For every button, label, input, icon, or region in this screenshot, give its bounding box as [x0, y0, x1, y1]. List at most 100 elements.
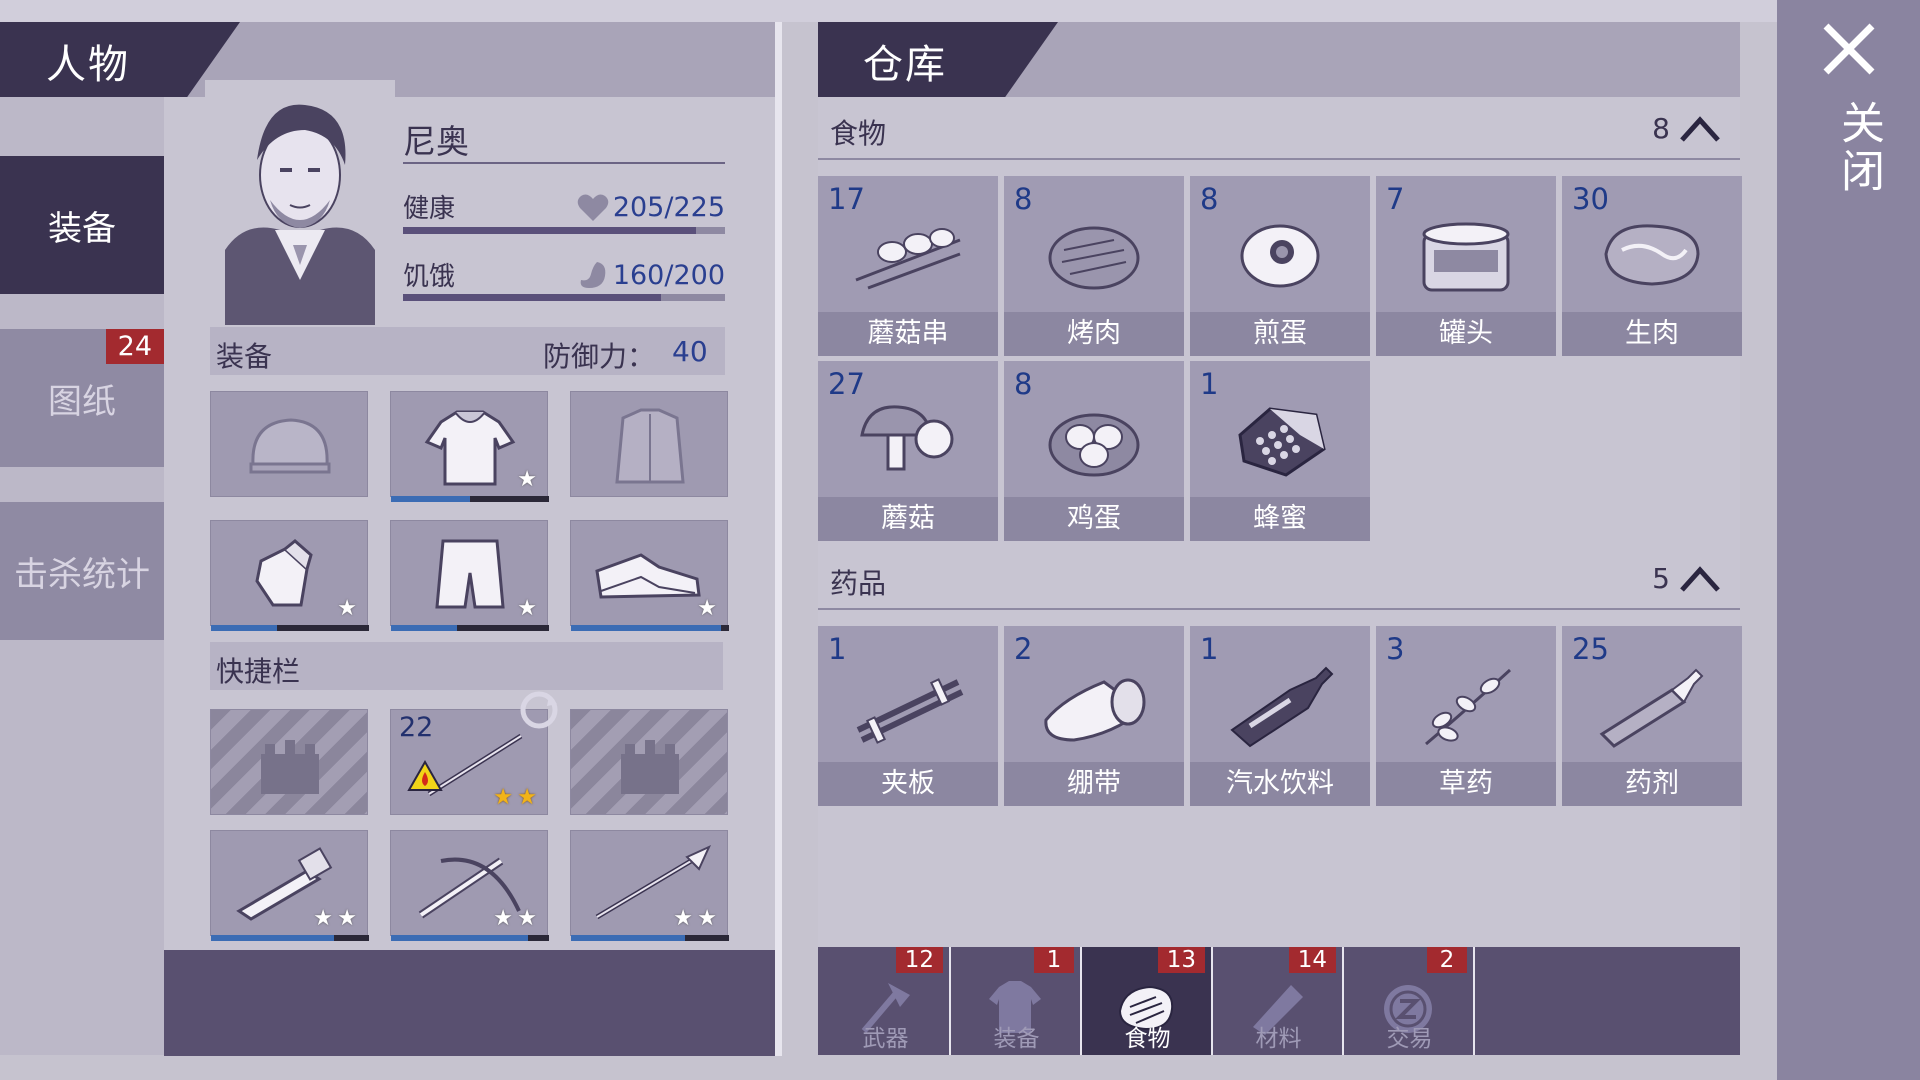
- blueprint-count-badge: 24: [105, 329, 164, 364]
- item-label: 绷带: [1004, 762, 1184, 806]
- character-panel-title: 人物: [46, 42, 130, 88]
- character-footer: [164, 950, 775, 1056]
- quickbar-slot-locked[interactable]: [210, 709, 368, 815]
- item-canned-food[interactable]: 7 罐头: [1376, 176, 1556, 356]
- tab-trade[interactable]: 2 交易: [1344, 947, 1475, 1055]
- durability-bar: [211, 625, 369, 631]
- item-herb[interactable]: 3 草药: [1376, 626, 1556, 806]
- category-header-medicine[interactable]: 药品 5: [818, 550, 1740, 610]
- character-name: 尼奥: [403, 122, 469, 161]
- nav-item-equipment[interactable]: 装备: [0, 156, 164, 294]
- tab-materials[interactable]: 14 材料: [1213, 947, 1344, 1055]
- item-syringe[interactable]: 25 药剂: [1562, 626, 1742, 806]
- category-title: 药品: [830, 567, 887, 600]
- equip-slot-hands[interactable]: ★: [210, 520, 369, 631]
- quickbar-slot-chainsaw-rifle[interactable]: ★ ★: [210, 830, 369, 941]
- nav-item-kill-stats[interactable]: 击杀统计: [0, 502, 164, 640]
- tab-food[interactable]: 13 食物: [1082, 947, 1213, 1055]
- item-count: 1: [1200, 632, 1219, 666]
- hunger-bar-fill: [403, 294, 661, 301]
- durability-bar: [571, 625, 729, 631]
- item-mushroom-skewer[interactable]: 17 蘑菇串: [818, 176, 998, 356]
- item-label: 蘑菇串: [818, 312, 998, 356]
- star-icon: ★: [517, 596, 537, 621]
- locked-slot-icon: [261, 740, 319, 794]
- name-divider: [403, 162, 725, 164]
- category-count: 5: [1652, 562, 1670, 595]
- panel-divider: [775, 22, 782, 1056]
- defense-label: 防御力：: [543, 340, 656, 373]
- durability-fill: [391, 496, 470, 502]
- hunger-bar: [403, 294, 725, 301]
- item-label: 药剂: [1562, 762, 1742, 806]
- durability-bar: [211, 935, 369, 941]
- close-icon[interactable]: [1820, 20, 1878, 78]
- health-bar: [403, 227, 725, 234]
- health-bar-fill: [403, 227, 697, 234]
- category-header-food[interactable]: 食物 8: [818, 100, 1740, 160]
- warehouse-panel-title: 仓库: [863, 42, 947, 88]
- locked-slot-icon: [621, 740, 679, 794]
- item-label: 生肉: [1562, 312, 1742, 356]
- tab-badge: 13: [1157, 947, 1205, 973]
- soda-bottle-icon: [1230, 666, 1334, 748]
- item-mushroom[interactable]: 27 蘑菇: [818, 361, 998, 541]
- item-grilled-meat[interactable]: 8 烤肉: [1004, 176, 1184, 356]
- equip-slot-legs[interactable]: ★: [390, 520, 549, 631]
- item-raw-meat[interactable]: 30 生肉: [1562, 176, 1742, 356]
- item-count: 7: [1386, 182, 1405, 216]
- close-button-label[interactable]: 关闭: [1826, 100, 1890, 196]
- category-divider: [818, 608, 1740, 610]
- raw-meat-icon: [1604, 224, 1700, 286]
- durability-fill: [211, 625, 278, 631]
- star-icon: ★: [493, 906, 513, 931]
- category-count: 8: [1652, 112, 1670, 145]
- item-eggs[interactable]: 8 鸡蛋: [1004, 361, 1184, 541]
- hunger-label: 饥饿: [403, 262, 456, 292]
- tab-equipment[interactable]: 1 装备: [951, 947, 1082, 1055]
- tab-badge: 12: [895, 947, 943, 973]
- grilled-meat-icon: [1048, 226, 1140, 290]
- quickbar-slot-spear[interactable]: ★ ★: [570, 830, 729, 941]
- item-honey[interactable]: 1 蜂蜜: [1190, 361, 1370, 541]
- category-title: 食物: [830, 117, 887, 150]
- quickbar-slot-crossbow[interactable]: ★ ★: [390, 830, 549, 941]
- tab-badge: 1: [1034, 947, 1074, 973]
- honeycomb-icon: [1238, 407, 1326, 477]
- star-icon: ★: [697, 906, 717, 931]
- item-splint[interactable]: 1 夹板: [818, 626, 998, 806]
- category-divider: [818, 158, 1740, 160]
- equip-slot-torso[interactable]: ★: [390, 391, 549, 502]
- nav-item-blueprints[interactable]: 图纸 24: [0, 329, 164, 467]
- mushroom-icon: [860, 405, 954, 471]
- tab-label: 交易: [1386, 1026, 1433, 1052]
- character-side-nav: 装备 图纸 24 击杀统计: [0, 97, 164, 1055]
- quickbar-slot-torch-spear[interactable]: 22 ★ ★: [390, 691, 558, 815]
- tab-badge: 2: [1427, 947, 1467, 973]
- tab-weapons[interactable]: 12 武器: [820, 947, 951, 1055]
- item-label: 煎蛋: [1190, 312, 1370, 356]
- star-icon: ★: [313, 906, 333, 931]
- durability-fill: [391, 935, 529, 941]
- durability-fill: [571, 625, 722, 631]
- swap-icon[interactable]: [517, 688, 561, 732]
- tab-badge: 14: [1288, 947, 1336, 973]
- chevron-up-icon[interactable]: [1678, 108, 1722, 148]
- equip-slot-head[interactable]: [210, 391, 368, 497]
- item-soda[interactable]: 1 汽水饮料: [1190, 626, 1370, 806]
- item-count: 3: [1386, 632, 1405, 666]
- tab-label: 武器: [862, 1026, 909, 1052]
- item-label: 烤肉: [1004, 312, 1184, 356]
- tab-label: 材料: [1255, 1026, 1302, 1052]
- splint-icon: [856, 678, 964, 744]
- chevron-up-icon[interactable]: [1678, 558, 1722, 598]
- quickbar-slot-locked[interactable]: [570, 709, 728, 815]
- bandage-icon: [1044, 678, 1146, 742]
- item-bandage[interactable]: 2 绷带: [1004, 626, 1184, 806]
- equip-slot-feet[interactable]: ★: [570, 520, 729, 631]
- fried-egg-icon: [1240, 224, 1320, 288]
- equip-slot-outer[interactable]: [570, 391, 728, 497]
- quickbar-section-header: 快捷栏: [210, 642, 723, 690]
- item-count: 2: [1014, 632, 1033, 666]
- item-fried-egg[interactable]: 8 煎蛋: [1190, 176, 1370, 356]
